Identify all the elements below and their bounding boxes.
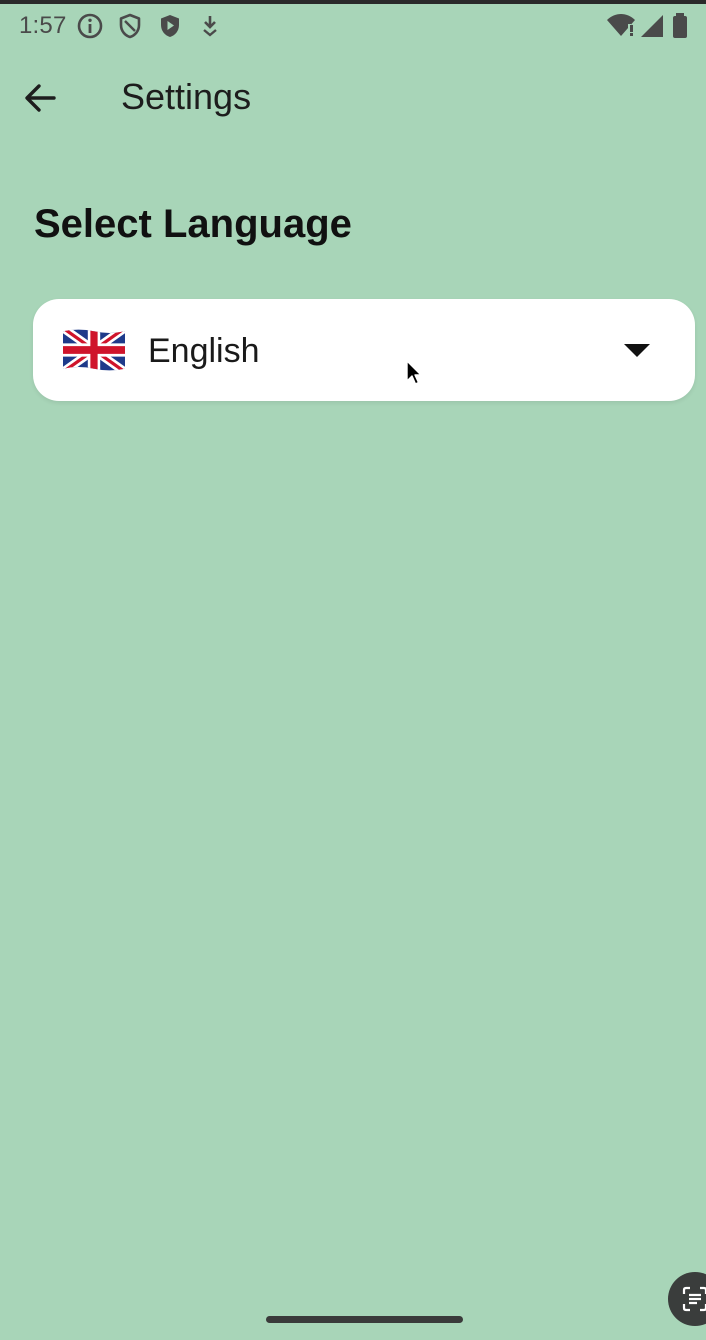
mouse-pointer-icon	[406, 360, 422, 385]
info-icon	[77, 13, 103, 39]
status-bar: 1:57	[0, 4, 706, 48]
download-icon	[203, 16, 217, 37]
back-button[interactable]	[14, 72, 66, 124]
battery-icon	[673, 13, 687, 38]
text-scan-icon	[682, 1286, 706, 1312]
uk-flag-icon	[63, 329, 125, 371]
arrow-left-icon	[25, 84, 56, 112]
wifi-alert-icon	[607, 14, 635, 36]
app-bar: Settings	[0, 52, 706, 144]
shield-outline-icon	[119, 13, 141, 39]
selected-language-label: English	[148, 332, 260, 370]
status-time: 1:57	[19, 12, 67, 39]
home-indicator[interactable]	[266, 1316, 463, 1323]
shield-play-icon	[161, 15, 179, 37]
language-dropdown[interactable]: English	[33, 299, 695, 401]
text-scan-button[interactable]	[668, 1272, 706, 1326]
signal-icon	[641, 15, 663, 37]
select-language-heading: Select Language	[34, 202, 352, 246]
page-title: Settings	[121, 76, 252, 117]
triangle-down-icon	[624, 344, 650, 357]
